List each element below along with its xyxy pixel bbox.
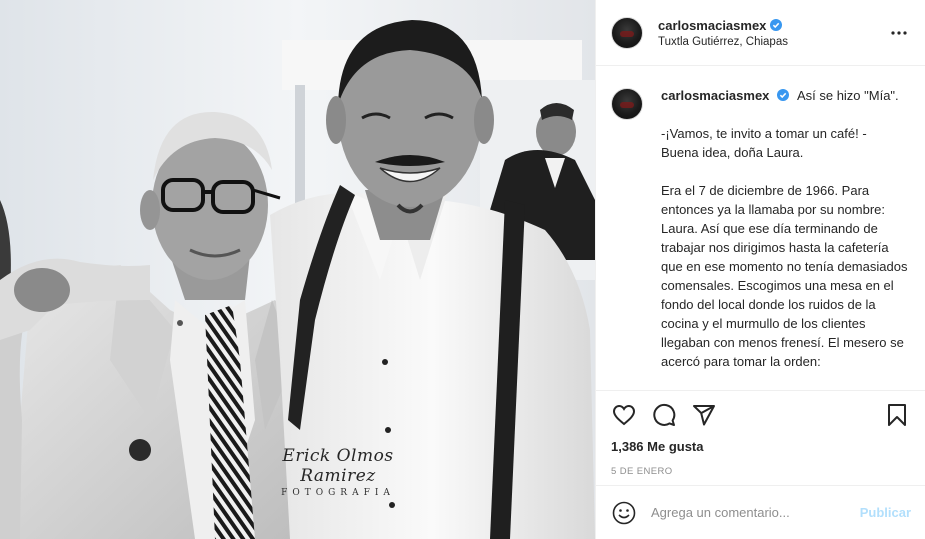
post-location[interactable]: Tuxtla Gutiérrez, Chiapas: [658, 36, 887, 48]
caption-title: Así se hizo "Mía".: [796, 88, 899, 103]
post-header-text: carlosmaciasmex Tuxtla Gutiérrez, Chiapa…: [658, 18, 887, 48]
post-header: carlosmaciasmex Tuxtla Gutiérrez, Chiapa…: [596, 0, 925, 66]
emoji-button[interactable]: [611, 500, 637, 526]
heart-icon: [612, 404, 636, 426]
post-side-panel: carlosmaciasmex Tuxtla Gutiérrez, Chiapa…: [595, 0, 925, 539]
comment-input[interactable]: [651, 505, 860, 520]
publish-button[interactable]: Publicar: [860, 505, 911, 520]
photo-watermark: Erick Olmos Ramirez FOTOGRAFIA: [248, 446, 428, 498]
save-button[interactable]: [881, 399, 913, 431]
more-options-button[interactable]: [887, 21, 911, 45]
avatar[interactable]: [611, 16, 643, 49]
comment-button[interactable]: [648, 399, 680, 431]
share-button[interactable]: [688, 399, 720, 431]
verified-badge-icon: [777, 89, 790, 101]
post-photo[interactable]: Erick Olmos Ramirez FOTOGRAFIA: [0, 0, 595, 539]
caption-paragraph: Era el 7 de diciembre de 1966. Para ento…: [661, 183, 908, 369]
caption-paragraph: -¡Vamos, te invito a tomar un café! - Bu…: [661, 126, 867, 160]
likes-count[interactable]: 1,386 Me gusta: [596, 439, 925, 457]
verified-badge-icon: [770, 19, 783, 31]
header-username[interactable]: carlosmaciasmex: [658, 18, 766, 33]
caption-avatar[interactable]: [611, 88, 643, 120]
watermark-subtitle: FOTOGRAFIA: [281, 488, 395, 498]
bookmark-icon: [888, 404, 906, 426]
caption-username[interactable]: carlosmaciasmex: [661, 88, 769, 103]
header-user-row: carlosmaciasmex: [658, 18, 887, 33]
watermark-signature: Erick Olmos Ramirez: [282, 446, 394, 486]
ellipsis-icon: [891, 30, 907, 35]
comment-bar: Publicar: [596, 485, 925, 539]
comment-icon: [653, 403, 676, 426]
post-date[interactable]: 5 DE ENERO: [596, 466, 925, 482]
smiley-icon: [612, 501, 636, 524]
like-button[interactable]: [608, 399, 640, 431]
caption-area: carlosmaciasmex Así se hizo "Mía". -¡Vam…: [596, 66, 925, 391]
caption-first-line: carlosmaciasmex Así se hizo "Mía".: [661, 86, 909, 105]
caption-body: carlosmaciasmex Así se hizo "Mía". -¡Vam…: [661, 86, 909, 390]
share-icon: [693, 405, 715, 426]
action-bar: [596, 391, 925, 439]
